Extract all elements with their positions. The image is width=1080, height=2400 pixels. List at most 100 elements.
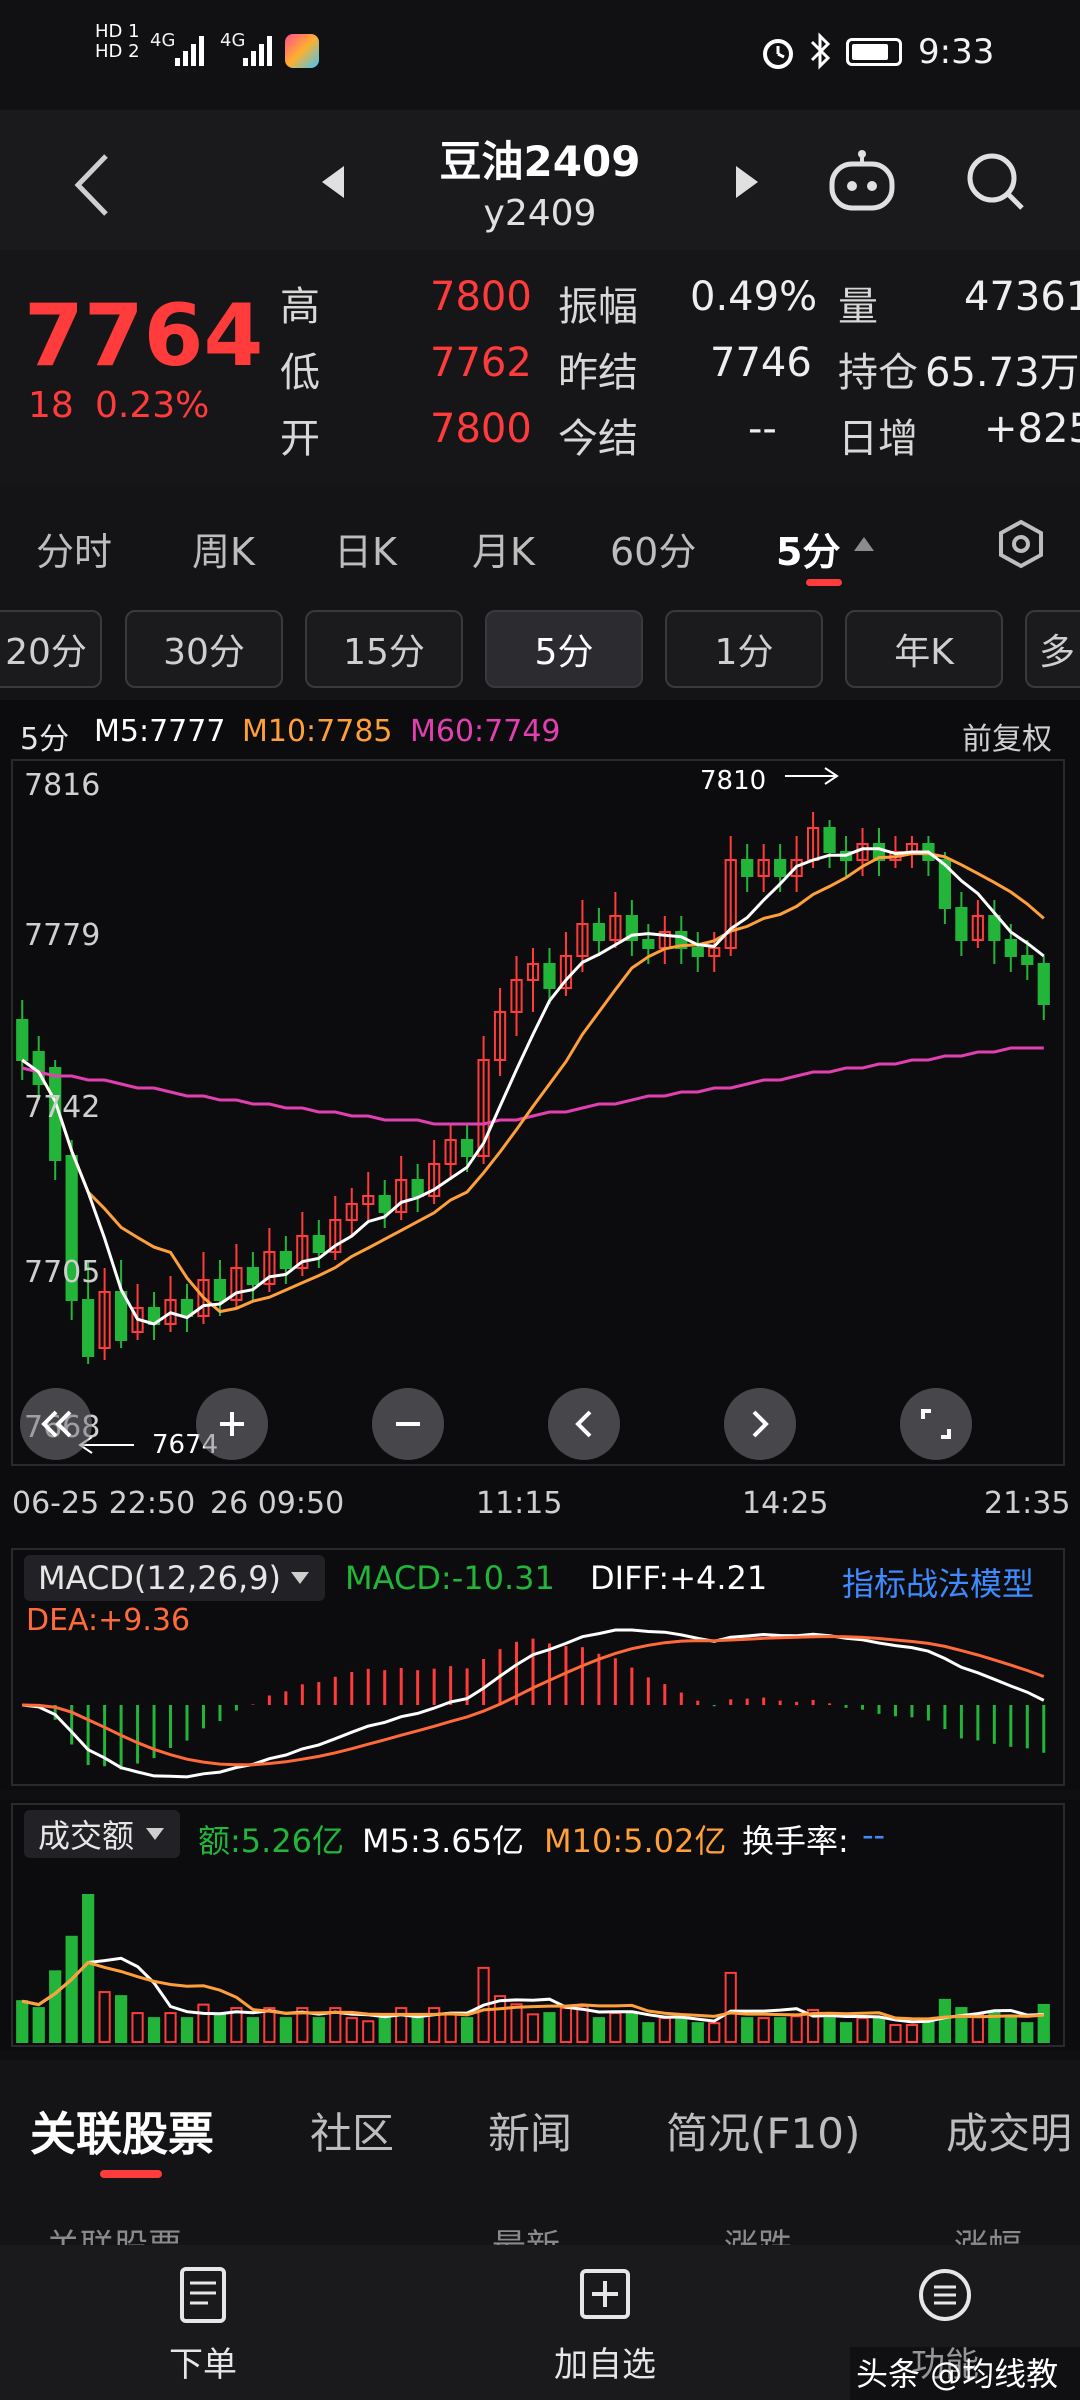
signal-icon	[175, 36, 207, 70]
volume-bar	[279, 2017, 292, 2043]
volume-bar	[938, 1998, 952, 2044]
today-settle-value: --	[748, 406, 777, 452]
volume-label: 量	[838, 284, 878, 330]
tab-weekly[interactable]: 周K	[192, 521, 255, 576]
tab-trade-details[interactable]: 成交明	[946, 2100, 1072, 2161]
zoom-out-button[interactable]	[372, 1388, 444, 1460]
volume-m10-line	[21, 1960, 1044, 2021]
order-doc-icon	[180, 2267, 226, 2323]
candle-body	[955, 907, 968, 941]
candle-body	[82, 1299, 95, 1357]
add-watchlist-button[interactable]: 加自选	[540, 2265, 670, 2386]
zoom-in-button[interactable]	[196, 1388, 268, 1460]
amplitude-value: 0.49%	[690, 274, 818, 320]
volume-bar	[345, 2017, 358, 2043]
candle-body	[378, 1195, 391, 1213]
volume-bar	[312, 2017, 325, 2043]
volume-value: 47361	[964, 274, 1080, 320]
tab-more[interactable]: 多	[1025, 610, 1080, 688]
tab-5min[interactable]: 5分	[776, 521, 840, 576]
volume-bar	[691, 2022, 704, 2043]
signal-2-label: 4G	[220, 30, 246, 51]
volume-frame	[11, 1803, 1065, 2047]
plus-box-icon	[580, 2269, 630, 2319]
kline-chart[interactable]: 5分 M5:7777 M10:7785 M60:7749 前复权 7816 77…	[0, 700, 1080, 1550]
hd-indicator: HD 1 HD 2	[95, 21, 140, 62]
candle-body	[411, 1179, 424, 1197]
tab-community[interactable]: 社区	[310, 2100, 394, 2161]
candle-body	[543, 963, 556, 989]
tab-profile-f10[interactable]: 简况(F10)	[666, 2100, 860, 2161]
tab-1min[interactable]: 1分	[665, 610, 823, 688]
volume-bar	[741, 2017, 754, 2043]
x-tick-label: 11:15	[476, 1486, 563, 1521]
volume-bar	[675, 2017, 688, 2043]
tab-20min[interactable]: 20分	[0, 610, 102, 688]
candle-body	[279, 1251, 292, 1269]
tab-news[interactable]: 新闻	[488, 2100, 572, 2161]
app-notification-icon	[285, 34, 319, 68]
menu-circle-icon	[919, 2269, 971, 2321]
volume-bar	[131, 2012, 144, 2044]
tab-timeshare[interactable]: 分时	[36, 521, 112, 576]
volume-bar	[444, 2012, 457, 2044]
prev-settle-label: 昨结	[558, 350, 638, 396]
search-icon[interactable]	[964, 150, 1028, 218]
scroll-left-button[interactable]	[548, 1388, 620, 1460]
settings-hex-icon[interactable]	[996, 519, 1046, 573]
ma60-line	[21, 1046, 1044, 1126]
volume-bar	[955, 2007, 968, 2043]
volume-bar	[708, 2022, 721, 2043]
high-marker: 7810	[700, 766, 767, 796]
rewind-button[interactable]	[20, 1388, 92, 1460]
volume-bar	[98, 1991, 111, 2043]
volume-bar	[49, 1970, 62, 2043]
active-tab-indicator	[806, 579, 842, 586]
price-change: 18	[28, 385, 74, 426]
candle-body	[988, 915, 1001, 941]
volume-bar	[180, 2017, 194, 2043]
tab-15min[interactable]: 15分	[305, 610, 463, 688]
volume-bar	[114, 1995, 128, 2043]
tab-daily[interactable]: 日K	[334, 521, 397, 576]
minute-period-tabs: 20分 30分 15分 5分 1分 年K 多	[0, 600, 1080, 700]
volume-plot	[11, 1803, 1065, 2047]
volume-bar	[411, 2017, 424, 2043]
today-settle-label: 今结	[558, 416, 638, 462]
status-bar: HD 1 HD 2 4G 4G 9:33	[0, 0, 1080, 110]
tab-yearly[interactable]: 年K	[845, 610, 1003, 688]
plus-icon	[220, 1412, 244, 1436]
candle-body	[642, 939, 655, 949]
watermark: 头条 @均线教主	[850, 2347, 1080, 2400]
volume-bar	[658, 2017, 671, 2043]
tab-related-stocks[interactable]: 关联股票	[30, 2098, 214, 2164]
candle-body	[1004, 939, 1017, 957]
alarm-icon	[760, 34, 796, 74]
tab-30min[interactable]: 30分	[125, 610, 283, 688]
candle-body	[1021, 955, 1034, 965]
scroll-right-button[interactable]	[724, 1388, 796, 1460]
x-tick-label: 21:35	[984, 1486, 1071, 1521]
candle-body	[823, 827, 836, 853]
candle-body	[246, 1267, 260, 1285]
back-icon[interactable]	[70, 150, 114, 224]
volume-bar	[164, 2012, 177, 2044]
col-related-stocks: 关联股票	[46, 2219, 182, 2245]
volume-bar	[872, 2017, 886, 2043]
minus-icon	[396, 1422, 420, 1426]
x-tick-label: 14:25	[742, 1486, 829, 1521]
volume-bar	[922, 2019, 935, 2043]
fullscreen-button[interactable]	[900, 1388, 972, 1460]
order-button[interactable]: 下单	[148, 2265, 258, 2386]
robot-assistant-icon[interactable]	[826, 148, 898, 218]
volume-bar	[526, 2013, 540, 2044]
candle-body	[1037, 963, 1050, 1005]
tab-5min-chip[interactable]: 5分	[485, 610, 643, 688]
tab-monthly[interactable]: 月K	[472, 521, 535, 576]
volume-bar	[213, 2013, 227, 2044]
bottom-toolbar: 下单 加自选 功能 头条 @均线教主	[0, 2245, 1080, 2400]
next-contract-icon[interactable]	[732, 162, 762, 206]
tab-60min[interactable]: 60分	[610, 521, 696, 576]
double-chevron-left-icon	[41, 1410, 72, 1438]
battery-icon	[846, 38, 902, 66]
